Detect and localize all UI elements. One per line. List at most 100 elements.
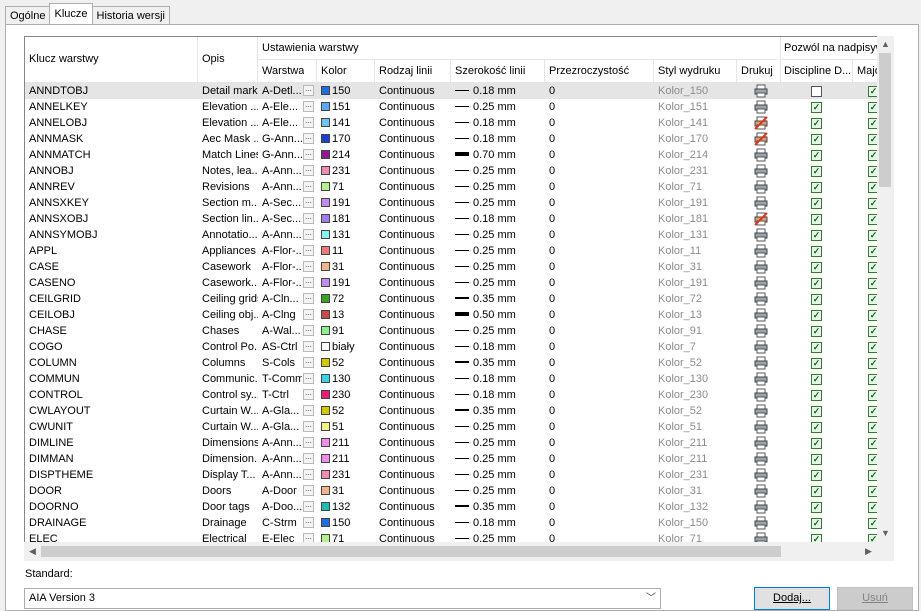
color-cell[interactable]: 13: [321, 307, 373, 323]
plot-style-cell[interactable]: Kolor_141: [658, 115, 734, 131]
color-cell[interactable]: 151: [321, 99, 373, 115]
lineweight-cell[interactable]: 0.25 mm: [455, 163, 543, 179]
transparency-cell[interactable]: 0: [549, 371, 649, 387]
discipline-checkbox[interactable]: ✓: [811, 230, 822, 241]
linetype-cell[interactable]: Continuous: [379, 291, 449, 307]
printer-icon[interactable]: [754, 484, 768, 498]
linetype-cell[interactable]: Continuous: [379, 195, 449, 211]
lineweight-cell[interactable]: 0.25 mm: [455, 419, 543, 435]
transparency-cell[interactable]: 0: [549, 115, 649, 131]
header-description[interactable]: Opis: [202, 53, 225, 65]
printer-icon[interactable]: [754, 500, 768, 514]
column-divider[interactable]: [450, 60, 451, 83]
layer-cell[interactable]: A-Ann...: [262, 467, 302, 483]
transparency-cell[interactable]: 0: [549, 323, 649, 339]
table-row[interactable]: CASENO Casework... A-Flor-...... 191 Continu…: [25, 275, 893, 291]
description-cell[interactable]: Display T...: [202, 467, 258, 483]
linetype-cell[interactable]: Continuous: [379, 435, 449, 451]
column-divider[interactable]: [852, 60, 853, 83]
linetype-cell[interactable]: Continuous: [379, 419, 449, 435]
linetype-cell[interactable]: Continuous: [379, 83, 449, 99]
lineweight-cell[interactable]: 0.25 mm: [455, 195, 543, 211]
plot-style-cell[interactable]: Kolor_230: [658, 387, 734, 403]
column-divider[interactable]: [316, 60, 317, 83]
printer-icon[interactable]: [754, 452, 768, 466]
layer-key-cell[interactable]: ANNOBJ: [29, 163, 195, 179]
linetype-cell[interactable]: Continuous: [379, 147, 449, 163]
layer-cell[interactable]: A-Sec...: [262, 211, 302, 227]
table-row[interactable]: DRAINAGE Drainage C-Strm... 150 Continuous 0.…: [25, 515, 893, 531]
table-row[interactable]: COGO Control Po... AS-Ctrl... biały Continuo…: [25, 339, 893, 355]
layer-key-cell[interactable]: DISPTHEME: [29, 467, 195, 483]
color-cell[interactable]: 31: [321, 483, 373, 499]
browse-layer-button[interactable]: ...: [303, 213, 314, 224]
lineweight-cell[interactable]: 0.18 mm: [455, 115, 543, 131]
printer-icon[interactable]: [754, 420, 768, 434]
table-row[interactable]: CONTROL Control sy... T-Ctrl... 230 Continuo…: [25, 387, 893, 403]
layer-cell[interactable]: A-Cln...: [262, 291, 302, 307]
layer-cell[interactable]: A-Ele...: [262, 115, 302, 131]
layer-key-cell[interactable]: ANNELOBJ: [29, 115, 195, 131]
description-cell[interactable]: Door tags: [202, 499, 258, 515]
printer-icon[interactable]: [754, 308, 768, 322]
layer-cell[interactable]: A-Ann...: [262, 435, 302, 451]
scroll-left-icon[interactable]: ◀: [24, 543, 41, 560]
color-cell[interactable]: 11: [321, 243, 373, 259]
plot-style-cell[interactable]: Kolor_130: [658, 371, 734, 387]
description-cell[interactable]: Doors: [202, 483, 258, 499]
linetype-cell[interactable]: Continuous: [379, 467, 449, 483]
table-row[interactable]: CWUNIT Curtain W... A-Gla...... 51 Continuou…: [25, 419, 893, 435]
discipline-checkbox[interactable]: ✓: [811, 374, 822, 385]
lineweight-cell[interactable]: 0.18 mm: [455, 387, 543, 403]
color-cell[interactable]: 181: [321, 211, 373, 227]
printer-icon[interactable]: [754, 148, 768, 162]
lineweight-cell[interactable]: 0.25 mm: [455, 435, 543, 451]
color-cell[interactable]: 131: [321, 227, 373, 243]
printer-icon[interactable]: [754, 84, 768, 98]
description-cell[interactable]: Annotatio...: [202, 227, 258, 243]
plot-style-cell[interactable]: Kolor_181: [658, 211, 734, 227]
plot-style-cell[interactable]: Kolor_191: [658, 275, 734, 291]
linetype-cell[interactable]: Continuous: [379, 307, 449, 323]
discipline-checkbox[interactable]: ✓: [811, 390, 822, 401]
layer-key-cell[interactable]: DRAINAGE: [29, 515, 195, 531]
layer-key-cell[interactable]: CWUNIT: [29, 419, 195, 435]
layer-key-cell[interactable]: CHASE: [29, 323, 195, 339]
plot-style-cell[interactable]: Kolor_71: [658, 179, 734, 195]
transparency-cell[interactable]: 0: [549, 291, 649, 307]
description-cell[interactable]: Casework...: [202, 275, 258, 291]
description-cell[interactable]: Chases: [202, 323, 258, 339]
discipline-checkbox[interactable]: ✓: [811, 438, 822, 449]
transparency-cell[interactable]: 0: [549, 355, 649, 371]
table-row[interactable]: ANNSXOBJ Section lin... A-Sec...... 181 Cont…: [25, 211, 893, 227]
color-cell[interactable]: biały: [321, 339, 373, 355]
tab-general[interactable]: Ogólne: [5, 6, 51, 24]
plot-style-cell[interactable]: Kolor_11: [658, 243, 734, 259]
browse-layer-button[interactable]: ...: [303, 245, 314, 256]
transparency-cell[interactable]: 0: [549, 259, 649, 275]
browse-layer-button[interactable]: ...: [303, 485, 314, 496]
linetype-cell[interactable]: Continuous: [379, 483, 449, 499]
layer-cell[interactable]: A-Sec...: [262, 195, 302, 211]
description-cell[interactable]: Elevation ...: [202, 115, 258, 131]
printer-icon[interactable]: [754, 244, 768, 258]
lineweight-cell[interactable]: 0.18 mm: [455, 83, 543, 99]
layer-key-cell[interactable]: CASENO: [29, 275, 195, 291]
header-layer-key[interactable]: Klucz warstwy: [29, 53, 99, 65]
linetype-cell[interactable]: Continuous: [379, 451, 449, 467]
linetype-cell[interactable]: Continuous: [379, 99, 449, 115]
transparency-cell[interactable]: 0: [549, 83, 649, 99]
table-row[interactable]: DIMMAN Dimension... A-Ann...... 211 Continuo…: [25, 451, 893, 467]
table-row[interactable]: ANNELOBJ Elevation ... A-Ele...... 141 Conti…: [25, 115, 893, 131]
transparency-cell[interactable]: 0: [549, 467, 649, 483]
browse-layer-button[interactable]: ...: [303, 373, 314, 384]
transparency-cell[interactable]: 0: [549, 211, 649, 227]
plot-style-cell[interactable]: Kolor_51: [658, 419, 734, 435]
discipline-checkbox[interactable]: ✓: [811, 406, 822, 417]
header-transparency[interactable]: Przezroczystość: [549, 65, 629, 77]
linetype-cell[interactable]: Continuous: [379, 339, 449, 355]
table-row[interactable]: COLUMN Columns S-Cols... 52 Continuous 0.35 m…: [25, 355, 893, 371]
lineweight-cell[interactable]: 0.25 mm: [455, 99, 543, 115]
column-divider[interactable]: [780, 37, 781, 83]
discipline-checkbox[interactable]: ✓: [811, 134, 822, 145]
